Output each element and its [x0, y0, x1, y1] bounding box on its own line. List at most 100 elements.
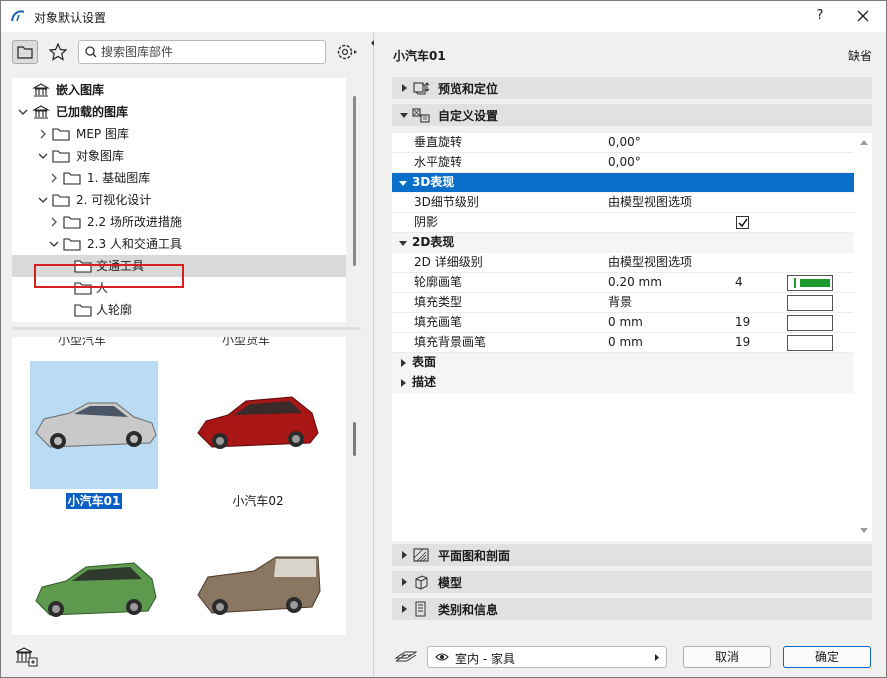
preview-positioning-icon	[413, 82, 430, 95]
search-input[interactable]	[101, 43, 321, 61]
property-group-description[interactable]: 描述	[392, 373, 854, 393]
property-group-surface[interactable]: 表面	[392, 353, 854, 373]
triangle-right-icon	[655, 654, 659, 661]
tree-item-label: 1. 基础图库	[87, 171, 151, 185]
tree-item-people-outlines[interactable]: 人轮廓	[12, 299, 346, 321]
tree-item-visualization[interactable]: 2. 可视化设计	[12, 189, 346, 211]
default-label: 缺省	[847, 49, 872, 63]
tree-item-site-improvements[interactable]: 2.2 场所改进措施	[12, 211, 346, 233]
checkmark-icon	[738, 218, 748, 228]
model-cube-icon	[415, 575, 428, 590]
property-row-3d-detail[interactable]: 3D细节级别 由模型视图选项	[392, 193, 854, 213]
property-group-2d-representation[interactable]: 2D表现	[392, 233, 854, 253]
property-group-3d-representation[interactable]: 3D表现	[392, 173, 854, 193]
tree-item-label: MEP 图库	[76, 127, 129, 141]
folder-icon	[52, 194, 70, 207]
tree-item-label: 嵌入图库	[56, 83, 105, 97]
gallery-thumbnail[interactable]	[30, 527, 158, 635]
tree-item-basic-library[interactable]: 1. 基础图库	[12, 167, 346, 189]
library-settings-button[interactable]	[334, 40, 360, 64]
folder-icon	[17, 46, 33, 59]
chevron-down-icon[interactable]	[17, 106, 29, 118]
scroll-down-arrow-icon[interactable]	[859, 527, 869, 535]
highlight-annotation	[34, 264, 184, 288]
ok-button[interactable]: 确定	[783, 646, 871, 668]
triangle-right-icon	[402, 551, 407, 559]
help-button[interactable]: ?	[809, 6, 831, 26]
gallery-thumbnail[interactable]	[194, 361, 322, 489]
truck-preview-icon	[197, 556, 321, 615]
property-row-shadow[interactable]: 阴影	[392, 213, 854, 233]
object-default-settings-dialog: 对象默认设置 ? 搜索图库部件 嵌入图库 已加载的图库 MEP 图库 对象图库 …	[0, 0, 887, 678]
property-row-vertical-rotation[interactable]: 垂直旋转 0,00°	[392, 133, 854, 153]
property-row-horizontal-rotation[interactable]: 水平旋转 0,00°	[392, 153, 854, 173]
tree-item-label: 已加载的图库	[56, 105, 129, 119]
fill-swatch[interactable]	[787, 295, 833, 311]
property-row-fill-background-pen[interactable]: 填充背景画笔 0 mm 19	[392, 333, 854, 353]
panel-splitter[interactable]	[12, 327, 361, 330]
section-classification-info[interactable]: 类别和信息	[392, 598, 872, 620]
car-preview-icon	[35, 402, 157, 449]
cancel-button[interactable]: 取消	[683, 646, 771, 668]
tree-item-label: 对象图库	[76, 149, 125, 163]
section-floor-plan-section[interactable]: 平面图和剖面	[392, 544, 872, 566]
shadow-checkbox[interactable]	[736, 216, 749, 229]
property-row-2d-detail[interactable]: 2D 详细级别 由模型视图选项	[392, 253, 854, 273]
scroll-up-arrow-icon[interactable]	[859, 138, 869, 146]
chevron-down-icon[interactable]	[48, 238, 60, 250]
chevron-down-icon[interactable]	[37, 194, 49, 206]
triangle-down-icon	[399, 181, 407, 186]
pen-number[interactable]: 19	[735, 313, 750, 332]
library-manager-icon[interactable]	[13, 644, 39, 668]
tree-item-label: 2.3 人和交通工具	[87, 237, 182, 251]
search-field[interactable]	[78, 40, 326, 64]
pen-number[interactable]: 4	[735, 273, 743, 292]
gallery-cut-label: 小型货车	[222, 337, 271, 347]
property-row-fill-type[interactable]: 填充类型 背景	[392, 293, 854, 313]
section-preview-positioning[interactable]: 预览和定位	[392, 77, 872, 99]
car-preview-icon	[35, 562, 157, 617]
document-list-icon	[415, 601, 426, 617]
tree-item-embedded-library[interactable]: 嵌入图库	[12, 79, 346, 101]
tree-item-mep-library[interactable]: MEP 图库	[12, 123, 346, 145]
layer-select[interactable]: 室内 - 家具	[427, 646, 667, 668]
library-icon	[32, 83, 50, 97]
tree-scrollbar[interactable]	[353, 96, 356, 266]
chevron-right-icon[interactable]	[37, 128, 49, 140]
gallery-item-label: 小汽车01	[65, 493, 123, 509]
section-label: 类别和信息	[438, 603, 499, 617]
triangle-right-icon	[401, 379, 406, 387]
triangle-down-icon	[399, 241, 407, 246]
folder-icon	[63, 216, 81, 229]
tree-item-label: 2.2 场所改进措施	[87, 215, 182, 229]
object-name: 小汽车01	[393, 49, 446, 63]
layers-icon	[394, 651, 418, 662]
library-tree: 嵌入图库 已加载的图库 MEP 图库 对象图库 1. 基础图库 2. 可视化设计…	[12, 78, 346, 322]
property-row-contour-pen[interactable]: 轮廓画笔 0.20 mm 4	[392, 273, 854, 293]
tree-item-label: 2. 可视化设计	[76, 193, 152, 207]
app-logo-icon	[11, 10, 25, 22]
chevron-right-icon[interactable]	[48, 172, 60, 184]
close-icon[interactable]	[852, 6, 874, 26]
pen-color-swatch[interactable]	[787, 275, 833, 291]
property-table: 垂直旋转 0,00° 水平旋转 0,00° 3D表现 3D细节级别 由模型视图选…	[392, 133, 872, 541]
chevron-down-icon[interactable]	[37, 150, 49, 162]
section-model[interactable]: 模型	[392, 571, 872, 593]
gallery-thumbnail[interactable]	[30, 361, 158, 489]
tree-item-people-vehicles[interactable]: 2.3 人和交通工具	[12, 233, 346, 255]
pen-color-swatch[interactable]	[787, 335, 833, 351]
gallery-thumbnail[interactable]	[194, 527, 322, 635]
chevron-right-icon[interactable]	[48, 216, 60, 228]
gallery-item-label: 小汽车02	[232, 494, 284, 508]
tree-item-object-library[interactable]: 对象图库	[12, 145, 346, 167]
section-custom-settings[interactable]: 自定义设置	[392, 104, 872, 126]
car-preview-icon	[197, 396, 319, 449]
gallery-scrollbar[interactable]	[353, 422, 356, 456]
tree-item-loaded-libraries[interactable]: 已加载的图库	[12, 101, 346, 123]
property-row-fill-pen[interactable]: 填充画笔 0 mm 19	[392, 313, 854, 333]
pen-color-swatch[interactable]	[787, 315, 833, 331]
favorites-button[interactable]	[45, 40, 71, 64]
section-label: 模型	[438, 576, 463, 590]
pen-number[interactable]: 19	[735, 333, 750, 352]
folder-view-button[interactable]	[12, 40, 38, 64]
